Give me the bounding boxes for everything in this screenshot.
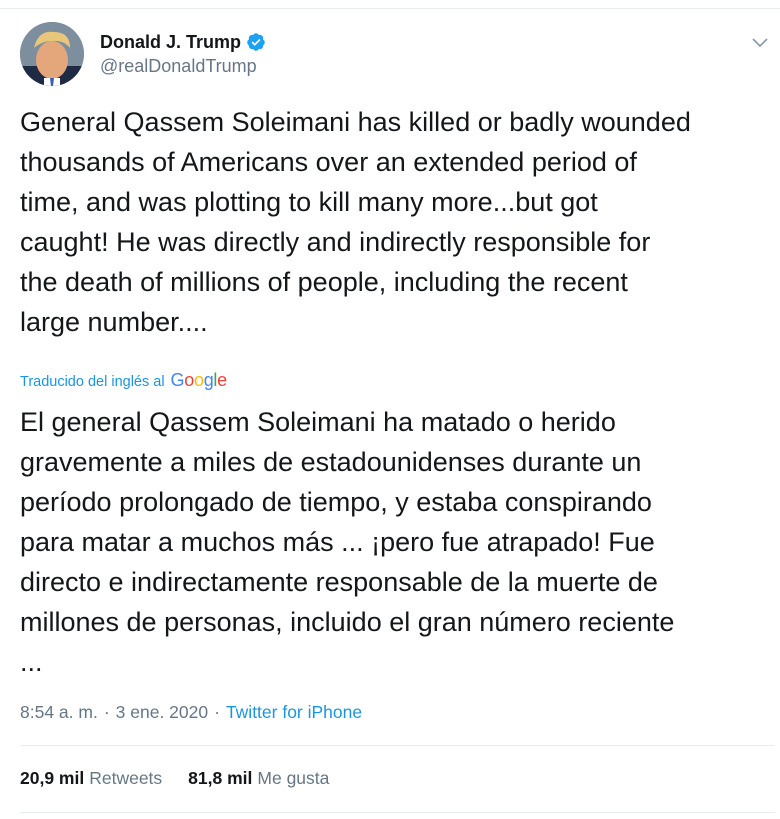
tweet-text: General Qassem Soleimani has killed or b… [20, 107, 691, 337]
tweet-header: Donald J. Trump @realDonaldTrump [20, 22, 770, 92]
stats-bottom-divider [20, 812, 775, 813]
avatar[interactable] [20, 22, 84, 86]
translated-text: El general Qassem Soleimani ha matado o … [20, 407, 675, 677]
top-divider [0, 8, 780, 9]
translation-label[interactable]: Traducido del inglés al [20, 374, 165, 390]
retweets-stat[interactable]: 20,9 mil Retweets [20, 768, 162, 789]
author-handle[interactable]: @realDonaldTrump [100, 56, 266, 77]
retweets-count: 20,9 mil [20, 768, 85, 788]
display-name-row: Donald J. Trump [100, 30, 266, 54]
display-name[interactable]: Donald J. Trump [100, 32, 241, 53]
likes-stat[interactable]: 81,8 mil Me gusta [188, 768, 329, 789]
google-logo: Google [170, 370, 228, 390]
author-names: Donald J. Trump @realDonaldTrump [100, 30, 266, 77]
tweet-stats: 20,9 mil Retweets 81,8 mil Me gusta [20, 768, 329, 789]
meta-separator: · [103, 702, 110, 722]
verified-badge-icon [246, 32, 266, 52]
tweet-source-link[interactable]: Twitter for iPhone [226, 702, 362, 723]
tweet-meta: 8:54 a. m. · 3 ene. 2020 · Twitter for i… [20, 702, 362, 723]
chevron-down-icon[interactable] [750, 32, 770, 52]
translation-attribution[interactable]: Traducido del inglés al Google [20, 370, 227, 391]
tweet-time[interactable]: 8:54 a. m. [20, 702, 98, 723]
tweet-date[interactable]: 3 ene. 2020 [116, 702, 208, 723]
likes-count: 81,8 mil [188, 768, 253, 788]
retweets-label: Retweets [89, 768, 163, 788]
likes-label: Me gusta [257, 768, 330, 788]
stats-top-divider [20, 745, 775, 746]
meta-separator: · [214, 702, 220, 722]
avatar-portrait [20, 22, 84, 86]
